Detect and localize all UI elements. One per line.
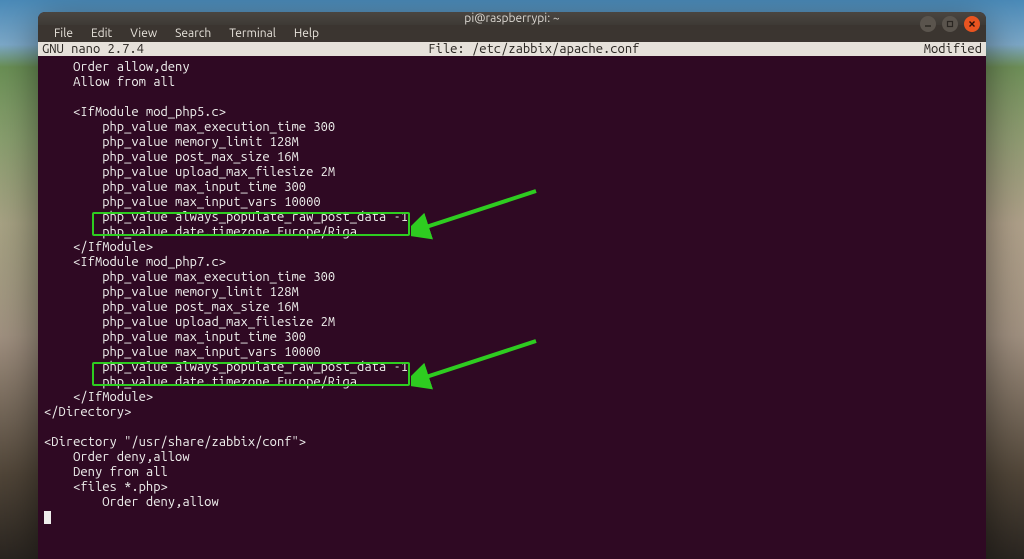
menu-help[interactable]: Help: [286, 25, 327, 42]
menu-view[interactable]: View: [122, 25, 165, 42]
menubar: File Edit View Search Terminal Help: [38, 25, 986, 42]
text-cursor: [44, 511, 51, 524]
maximize-icon: [946, 20, 954, 28]
nano-file-path: File: /etc/zabbix/apache.conf: [144, 42, 924, 56]
close-button[interactable]: [964, 16, 980, 32]
menu-terminal[interactable]: Terminal: [221, 25, 284, 42]
editor-viewport[interactable]: Order allow,deny Allow from all <IfModul…: [38, 56, 986, 559]
window-title: pi@raspberrypi: ~: [464, 12, 559, 25]
window-titlebar[interactable]: pi@raspberrypi: ~: [38, 12, 986, 25]
close-icon: [968, 20, 976, 28]
file-content: Order allow,deny Allow from all <IfModul…: [44, 60, 980, 510]
nano-version: GNU nano 2.7.4: [42, 42, 144, 56]
menu-edit[interactable]: Edit: [83, 25, 120, 42]
menu-search[interactable]: Search: [167, 25, 219, 42]
terminal-window: pi@raspberrypi: ~ File Edit View Search …: [38, 12, 986, 559]
minimize-icon: [924, 20, 932, 28]
nano-modified-badge: Modified: [924, 42, 982, 56]
nano-status-bar: GNU nano 2.7.4 File: /etc/zabbix/apache.…: [38, 42, 986, 56]
menu-file[interactable]: File: [46, 25, 81, 42]
window-controls: [920, 16, 980, 32]
minimize-button[interactable]: [920, 16, 936, 32]
maximize-button[interactable]: [942, 16, 958, 32]
